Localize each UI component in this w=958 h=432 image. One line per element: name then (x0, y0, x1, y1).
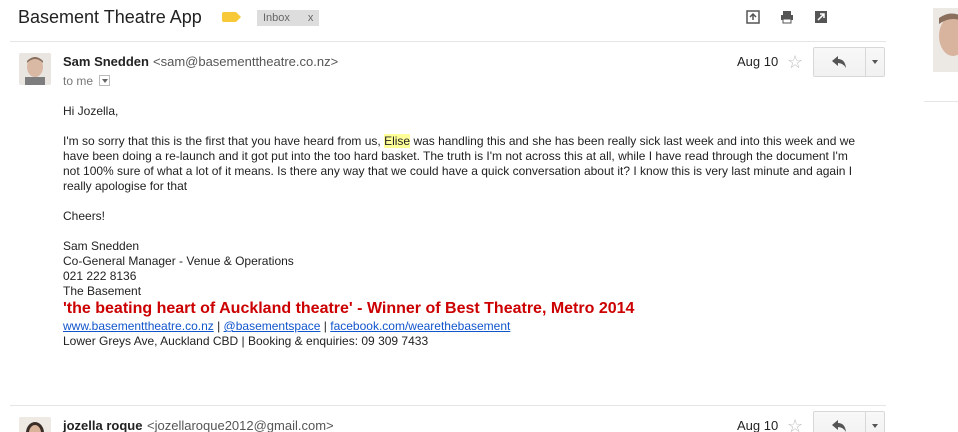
message-date[interactable]: Aug 10 (737, 418, 778, 432)
sender-name: jozella roque (63, 418, 143, 432)
remove-label-button[interactable]: x (308, 12, 314, 24)
sender-avatar[interactable] (19, 417, 51, 432)
divider (924, 101, 958, 102)
reply-button[interactable] (814, 48, 866, 76)
thread-subject: Basement Theatre App (18, 7, 202, 27)
print-icon[interactable] (778, 10, 796, 28)
message-body: Hi Jozella, I'm so sorry that this is th… (63, 104, 863, 349)
inbox-label-chip: Inbox x (257, 10, 320, 26)
signature-name: Sam Snedden (63, 239, 140, 253)
body-paragraph: I'm so sorry that this is the first that… (63, 134, 863, 194)
to-me-label: to me (63, 74, 94, 88)
body-text: I'm so sorry that this is the first that… (63, 134, 385, 148)
signoff: Cheers! (63, 209, 106, 223)
popout-arrow-icon[interactable] (744, 10, 762, 28)
star-icon[interactable]: ☆ (787, 53, 803, 71)
website-link[interactable]: www.basementtheatre.co.nz (63, 319, 214, 333)
inbox-chip-label: Inbox (263, 12, 290, 24)
separator: | (320, 319, 331, 333)
chevron-down-icon[interactable] (99, 75, 111, 87)
facebook-link[interactable]: facebook.com/wearethebasement (330, 319, 510, 333)
sender-name: Sam Snedden (63, 54, 149, 69)
reply-button-group (813, 411, 885, 432)
greeting: Hi Jozella, (63, 104, 119, 118)
signature-tagline: 'the beating heart of Auckland theatre' … (63, 300, 635, 317)
divider (10, 405, 886, 406)
contact-avatar[interactable] (933, 8, 958, 72)
reply-button-group (813, 47, 885, 77)
sender-email: <sam@basementtheatre.co.nz> (153, 54, 339, 69)
signature-phone: 021 222 8136 (63, 269, 137, 283)
recipient-line: to me (63, 74, 111, 88)
thread-toolbar (744, 10, 830, 28)
thread-header: Basement Theatre App Inbox x (0, 0, 900, 40)
signature-title: Co-General Manager - Venue & Operations (63, 254, 294, 268)
more-actions-button[interactable] (866, 412, 885, 432)
divider (10, 41, 886, 42)
twitter-link[interactable]: @basementspace (224, 319, 321, 333)
signature-org: The Basement (63, 284, 142, 298)
message-date[interactable]: Aug 10 (737, 54, 778, 69)
new-window-icon[interactable] (812, 10, 830, 28)
signature-links: www.basementtheatre.co.nz | @basementspa… (63, 319, 863, 334)
star-icon[interactable]: ☆ (787, 417, 803, 432)
sender-avatar[interactable] (19, 53, 51, 85)
highlighted-name: Elise (384, 134, 411, 148)
more-actions-button[interactable] (866, 48, 885, 76)
label-tag-icon[interactable] (222, 12, 241, 22)
reply-button[interactable] (814, 412, 866, 432)
sender-email: <jozellaroque2012@gmail.com> (147, 418, 334, 432)
signature-address: Lower Greys Ave, Auckland CBD | Booking … (63, 334, 429, 348)
separator: | (213, 319, 224, 333)
